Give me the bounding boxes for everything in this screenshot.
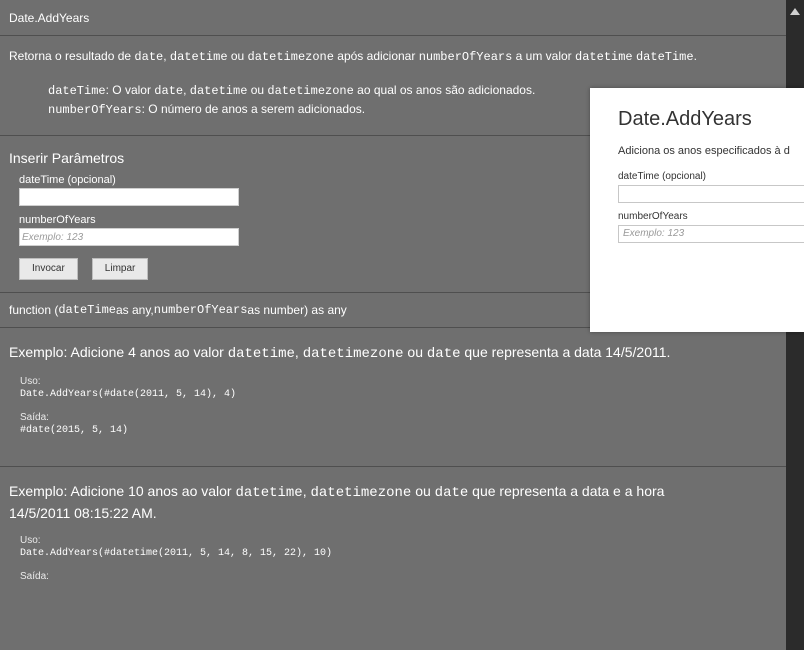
- desc-text: a um valor: [512, 49, 576, 63]
- parameter-text: ,: [183, 83, 190, 97]
- signature-code: numberOfYears: [153, 303, 248, 317]
- card-description: Adiciona os anos especificados à d: [618, 145, 790, 157]
- usage-code: Date.AddYears(#date(2011, 5, 14), 4): [20, 389, 237, 400]
- example-title-text: ,: [294, 344, 303, 360]
- scroll-up-icon[interactable]: [790, 8, 800, 15]
- page-title: Date.AddYears: [9, 10, 90, 25]
- output-label: Saída:: [20, 571, 49, 582]
- card-numberofyears-input[interactable]: Exemplo: 123: [618, 225, 804, 243]
- datetime-input[interactable]: [19, 188, 239, 206]
- signature-text: as any,: [115, 303, 154, 317]
- output-code: #date(2015, 5, 14): [20, 425, 129, 436]
- example-output: Saída: #date(2015, 5, 14): [0, 412, 786, 436]
- desc-text: após adicionar: [333, 49, 419, 63]
- parameter-text: ao qual os anos são adicionados.: [353, 83, 536, 97]
- card-datetime-input[interactable]: [618, 185, 804, 203]
- example-title-code: datetimezone: [310, 485, 412, 501]
- usage-label: Uso:: [20, 535, 41, 546]
- example-title-text: ou: [403, 344, 427, 360]
- usage-label: Uso:: [20, 376, 41, 387]
- example-title-code: date: [434, 485, 469, 501]
- example-title-code: datetimezone: [302, 346, 404, 362]
- parameter-code: datetimezone: [267, 84, 354, 98]
- example-title: Exemplo: Adicione 10 anos ao valor datet…: [0, 467, 786, 523]
- function-preview-card: Date.AddYears Adiciona os anos especific…: [590, 88, 804, 332]
- desc-code: dateTime: [635, 50, 694, 64]
- parameter-code: datetime: [189, 84, 248, 98]
- example-title-text: 14/5/2011 08:15:22 AM.: [9, 505, 157, 521]
- signature-text: function (: [9, 303, 59, 317]
- desc-code: datetime: [575, 50, 633, 64]
- usage-code: Date.AddYears(#datetime(2011, 5, 14, 8, …: [20, 548, 333, 559]
- desc-code: numberOfYears: [418, 50, 513, 64]
- example-title-text: ou: [411, 483, 435, 499]
- example-title-text: que representa a data e a hora: [468, 483, 665, 499]
- desc-code: datetimezone: [247, 50, 334, 64]
- example-title-code: datetime: [227, 346, 295, 362]
- desc-text: ou: [227, 49, 248, 63]
- desc-text: .: [693, 49, 697, 63]
- example-title-code: datetime: [235, 485, 303, 501]
- example-title-code: date: [426, 346, 461, 362]
- example-title-text: Exemplo: Adicione 10 anos ao valor: [9, 483, 236, 499]
- parameter-name: numberOfYears: [48, 103, 142, 117]
- function-description: Retorna o resultado de date, datetime ou…: [0, 36, 786, 65]
- parameter-name: dateTime: [48, 84, 106, 98]
- example-title-text: que representa a data 14/5/2011.: [460, 344, 671, 360]
- parameter-code: date: [154, 84, 184, 98]
- example-title-text: Exemplo: Adicione 4 anos ao valor: [9, 344, 228, 360]
- card-numberofyears-label: numberOfYears: [618, 211, 688, 222]
- example-usage: Uso: Date.AddYears(#date(2011, 5, 14), 4…: [0, 376, 786, 400]
- clear-button[interactable]: Limpar: [91, 258, 149, 280]
- example-2: Exemplo: Adicione 10 anos ao valor datet…: [0, 467, 786, 582]
- example-output: Saída:: [0, 571, 786, 582]
- output-label: Saída:: [20, 412, 49, 423]
- invoke-button[interactable]: Invocar: [19, 258, 78, 280]
- desc-code: date: [134, 50, 164, 64]
- card-datetime-label: dateTime (opcional): [618, 171, 707, 182]
- desc-code: datetime: [169, 50, 228, 64]
- example-title: Exemplo: Adicione 4 anos ao valor dateti…: [0, 328, 786, 364]
- signature-text: as number) as any: [247, 303, 347, 317]
- example-1: Exemplo: Adicione 4 anos ao valor dateti…: [0, 328, 786, 436]
- desc-text: ,: [163, 49, 170, 63]
- numberofyears-input[interactable]: Exemplo: 123: [19, 228, 239, 246]
- parameter-text: ou: [247, 83, 268, 97]
- example-usage: Uso: Date.AddYears(#datetime(2011, 5, 14…: [0, 535, 786, 559]
- parameter-text: : O valor: [105, 83, 155, 97]
- signature-code: dateTime: [58, 303, 116, 317]
- parameter-text: : O número de anos a serem adicionados.: [141, 102, 366, 116]
- card-title: Date.AddYears: [618, 108, 752, 130]
- desc-text: Retorna o resultado de: [9, 49, 135, 63]
